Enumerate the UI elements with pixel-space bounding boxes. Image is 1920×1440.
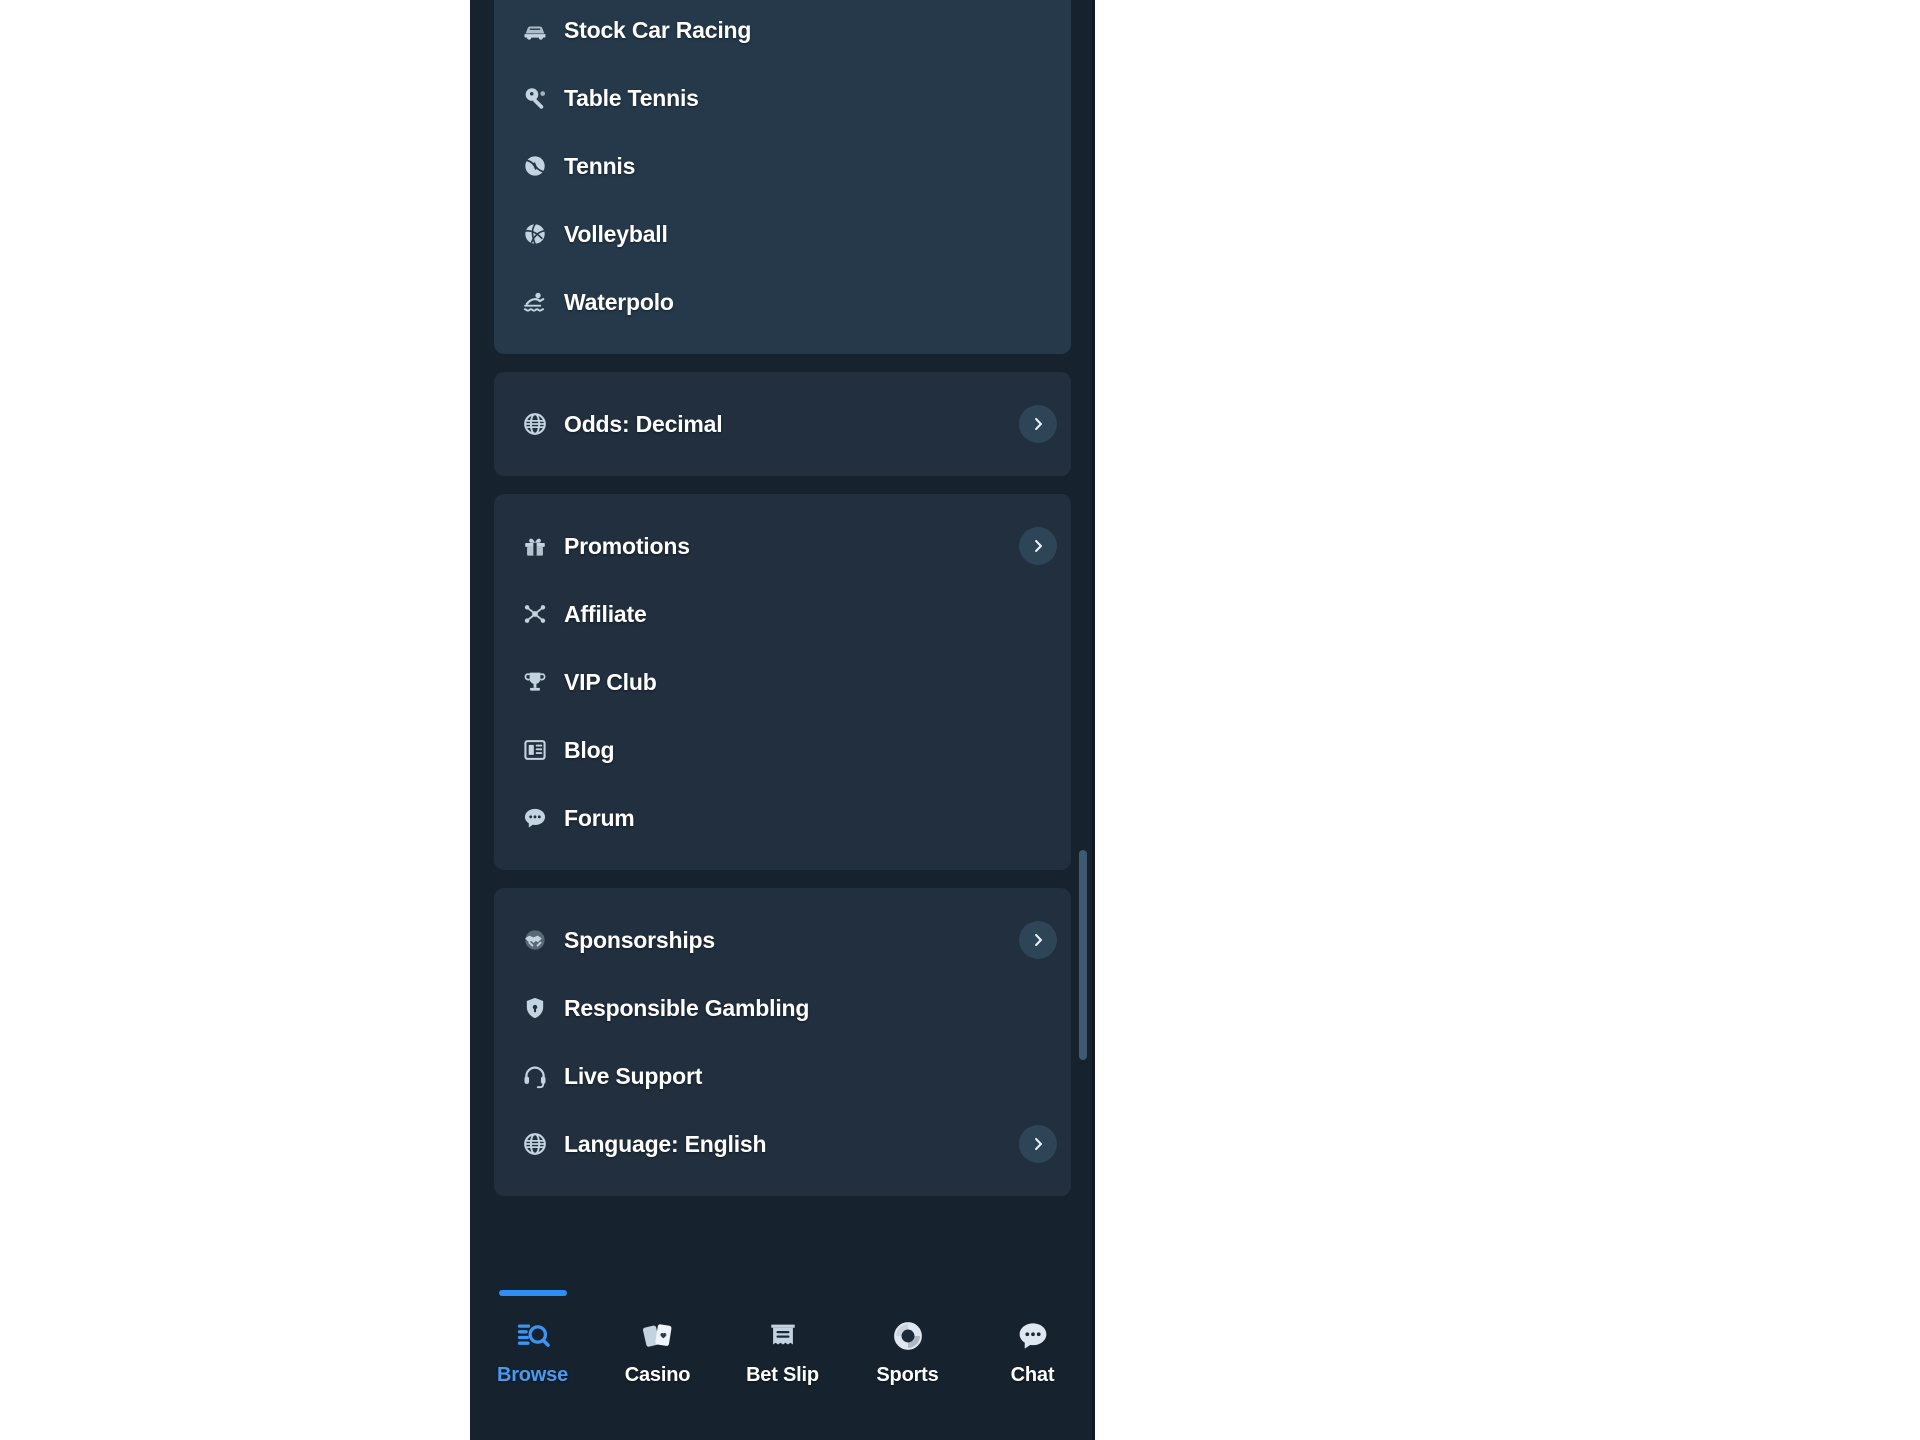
menu-item-tennis[interactable]: Tennis <box>494 132 1071 200</box>
menu-item-blog[interactable]: Blog <box>494 716 1071 784</box>
nav-item-label: Browse <box>496 1364 569 1386</box>
nav-item-browse[interactable]: Browse <box>470 1290 595 1387</box>
active-tab-indicator <box>498 1290 567 1296</box>
odds-settings-section: Odds: Decimal <box>494 372 1071 476</box>
nav-item-chat[interactable]: Chat <box>970 1316 1095 1387</box>
menu-item-label: Blog <box>564 736 615 763</box>
globe-icon <box>520 409 550 439</box>
menu-item-label: Affiliate <box>564 600 647 627</box>
browse-search-icon <box>513 1316 553 1356</box>
chevron-right-icon[interactable] <box>1019 921 1057 959</box>
menu-item-label: Waterpolo <box>564 288 674 315</box>
menu-item-forum[interactable]: Forum <box>494 784 1071 852</box>
chevron-right-icon[interactable] <box>1019 405 1057 443</box>
screen-root: Stock Car Racing Table Tennis Tennis Volley… <box>0 0 1920 1440</box>
globe-icon <box>520 1129 550 1159</box>
stock-car-racing-icon <box>520 15 550 45</box>
basketball-icon <box>888 1316 928 1356</box>
menu-item-language-english[interactable]: Language: English <box>494 1110 1071 1178</box>
volleyball-icon <box>520 219 550 249</box>
card-bottom-padding <box>494 458 1071 476</box>
support-section: Sponsorships Responsible Gambling Live Sup… <box>494 888 1071 1196</box>
table-tennis-icon <box>520 83 550 113</box>
nav-item-bet-slip[interactable]: Bet Slip <box>720 1316 845 1387</box>
menu-item-label: Tennis <box>564 152 636 179</box>
nav-item-label: Bet Slip <box>746 1364 819 1386</box>
trophy-icon <box>520 667 550 697</box>
menu-item-stock-car-racing[interactable]: Stock Car Racing <box>494 0 1071 64</box>
menu-item-label: Volleyball <box>564 220 668 247</box>
menu-item-label: Language: English <box>564 1130 767 1157</box>
affiliate-icon <box>520 599 550 629</box>
playing-cards-icon <box>638 1316 678 1356</box>
chat-bubble-icon <box>1013 1316 1053 1356</box>
card-bottom-padding <box>494 852 1071 870</box>
menu-item-responsible-gambling[interactable]: Responsible Gambling <box>494 974 1071 1042</box>
sports-category-list: Stock Car Racing Table Tennis Tennis Volley… <box>494 0 1071 354</box>
shield-icon <box>520 993 550 1023</box>
scrollbar-track[interactable] <box>1079 0 1091 1290</box>
device-edge <box>1092 0 1095 1440</box>
scrollbar-thumb[interactable] <box>1079 850 1087 1060</box>
menu-item-label: Sponsorships <box>564 926 715 953</box>
card-bottom-padding <box>494 1178 1071 1196</box>
scrollable-menu-area[interactable]: Stock Car Racing Table Tennis Tennis Volley… <box>470 0 1095 1290</box>
card-bottom-padding <box>494 336 1071 354</box>
menu-item-label: Stock Car Racing <box>564 16 752 43</box>
menu-item-label: VIP Club <box>564 668 657 695</box>
handshake-icon <box>520 925 550 955</box>
app-background: Stock Car Racing Table Tennis Tennis Volley… <box>470 0 1095 1440</box>
card-top-padding <box>494 372 1071 390</box>
headset-icon <box>520 1061 550 1091</box>
card-top-padding <box>494 888 1071 906</box>
nav-item-sports[interactable]: Sports <box>845 1316 970 1387</box>
forum-icon <box>520 803 550 833</box>
menu-item-volleyball[interactable]: Volleyball <box>494 200 1071 268</box>
menu-item-promotions[interactable]: Promotions <box>494 512 1071 580</box>
menu-item-label: Promotions <box>564 532 690 559</box>
chevron-right-icon[interactable] <box>1019 527 1057 565</box>
nav-item-label: Chat <box>1010 1364 1055 1386</box>
bet-slip-icon <box>763 1316 803 1356</box>
gift-icon <box>520 531 550 561</box>
menu-item-sponsorships[interactable]: Sponsorships <box>494 906 1071 974</box>
chevron-right-icon[interactable] <box>1019 1125 1057 1163</box>
menu-item-label: Responsible Gambling <box>564 994 810 1021</box>
menu-item-label: Forum <box>564 804 635 831</box>
tennis-ball-icon <box>520 151 550 181</box>
nav-item-casino[interactable]: Casino <box>595 1316 720 1387</box>
nav-item-label: Sports <box>876 1364 939 1386</box>
card-top-padding <box>494 494 1071 512</box>
menu-item-waterpolo[interactable]: Waterpolo <box>494 268 1071 336</box>
menu-item-odds-decimal[interactable]: Odds: Decimal <box>494 390 1071 458</box>
waterpolo-icon <box>520 287 550 317</box>
menu-item-affiliate[interactable]: Affiliate <box>494 580 1071 648</box>
menu-item-table-tennis[interactable]: Table Tennis <box>494 64 1071 132</box>
bottom-navigation-bar: Browse Casino Bet Slip Sports Chat <box>470 1290 1095 1440</box>
menu-item-live-support[interactable]: Live Support <box>494 1042 1071 1110</box>
menu-item-label: Table Tennis <box>564 84 699 111</box>
menu-item-vip-club[interactable]: VIP Club <box>494 648 1071 716</box>
mobile-viewport: Stock Car Racing Table Tennis Tennis Volley… <box>470 0 1095 1440</box>
menu-item-label: Live Support <box>564 1062 703 1089</box>
blog-icon <box>520 735 550 765</box>
promotions-section: Promotions Affiliate VIP Club Blog Forum <box>494 494 1071 870</box>
nav-item-label: Casino <box>624 1364 691 1386</box>
menu-item-label: Odds: Decimal <box>564 410 723 437</box>
